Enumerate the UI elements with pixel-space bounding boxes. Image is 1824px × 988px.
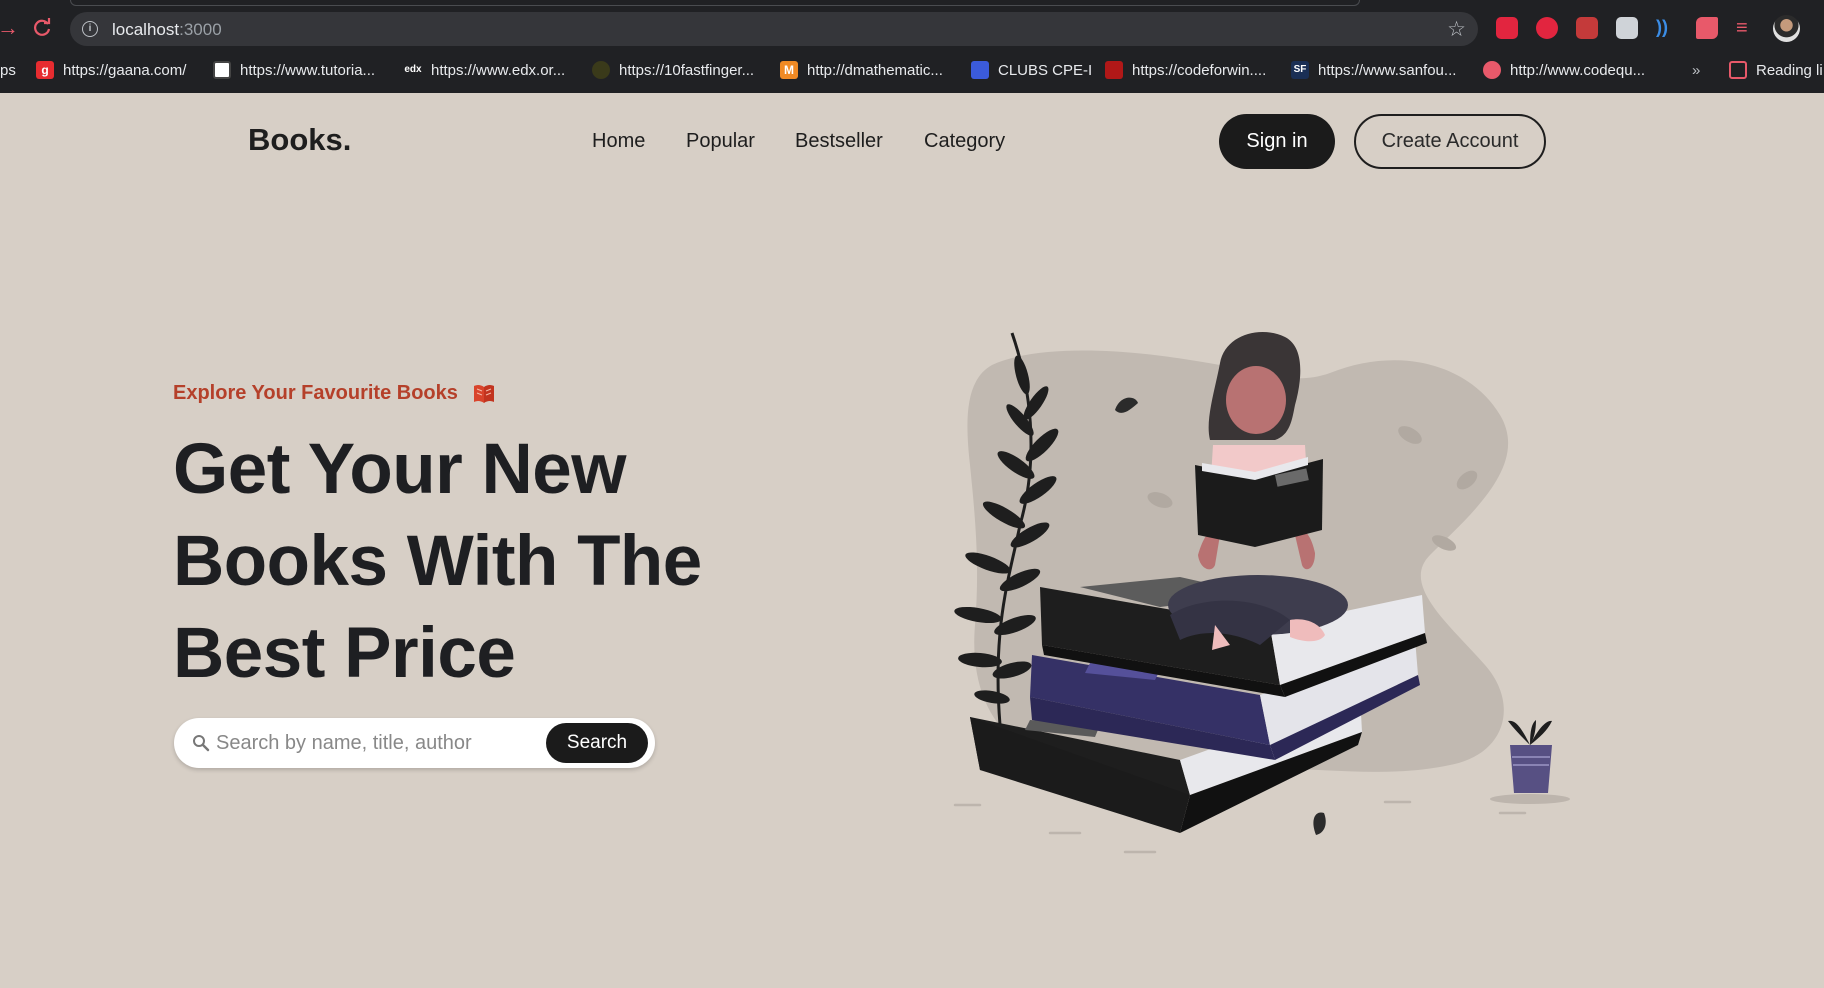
reading-list-button[interactable]: Reading li xyxy=(1729,60,1823,80)
bookmark-label: https://codeforwin.... xyxy=(1132,61,1267,79)
reload-icon[interactable] xyxy=(28,14,56,42)
url-port: :3000 xyxy=(179,20,222,39)
nav-category[interactable]: Category xyxy=(924,130,1005,153)
audio-ext-icon[interactable]: )) xyxy=(1656,17,1678,39)
bookmark-10fastfingers[interactable]: https://10fastfinger... xyxy=(592,60,754,80)
bookmark-codeforwin[interactable]: https://codeforwin.... xyxy=(1105,60,1266,80)
bookmark-dmathematics[interactable]: Mhttp://dmathematic... xyxy=(780,60,943,80)
nav-popular[interactable]: Popular xyxy=(686,130,755,153)
bookmark-label: ps xyxy=(0,61,16,79)
bookmark-tutorialspoint[interactable]: https://www.tutoria... xyxy=(213,60,375,80)
bookmark-label: https://www.tutoria... xyxy=(240,61,376,79)
bookmark-label: http://www.codequ... xyxy=(1510,61,1646,79)
tagline-text: Explore Your Favourite Books xyxy=(173,382,458,404)
address-bar[interactable]: i localhost:3000 ☆ xyxy=(70,12,1478,46)
active-tab-edge xyxy=(70,0,1360,6)
bookmark-edx[interactable]: edx https://www.edx.or... xyxy=(404,60,565,80)
search-input[interactable] xyxy=(216,728,516,758)
ground-dashes xyxy=(953,800,1527,854)
bookmark-codequotient[interactable]: http://www.codequ... xyxy=(1483,60,1645,80)
codeforwin-icon xyxy=(1105,61,1123,79)
reading-list-label: Reading li xyxy=(1756,61,1823,79)
window-ext-icon[interactable] xyxy=(1616,17,1638,39)
codequotient-icon xyxy=(1483,61,1501,79)
bookmark-star-icon[interactable]: ☆ xyxy=(1447,17,1466,42)
colorpicker-ext-icon[interactable] xyxy=(1576,17,1598,39)
more-bookmarks-label: » xyxy=(1692,61,1701,79)
bookmark-label: https://gaana.com/ xyxy=(63,61,187,79)
search-bar: Search xyxy=(174,718,655,768)
headline-line: Books With The xyxy=(173,522,702,601)
create-account-button[interactable]: Create Account xyxy=(1354,114,1546,169)
site-logo[interactable]: Books. xyxy=(248,122,351,158)
bookmark-label: https://www.edx.or... xyxy=(431,61,566,79)
bookmark-clubs[interactable]: CLUBS CPE-I xyxy=(971,60,1092,80)
youtube-ext-icon[interactable] xyxy=(1496,17,1518,39)
potted-plant xyxy=(1490,720,1570,804)
search-icon xyxy=(193,735,210,752)
reading-illustration xyxy=(953,332,1570,854)
dark-leaf-bottom xyxy=(1313,812,1326,835)
hero-headline: Get Your New Books With The Best Price xyxy=(173,424,733,700)
url-host: localhost xyxy=(112,20,180,39)
10fastfingers-icon xyxy=(592,61,610,79)
mathematics-icon: M xyxy=(780,61,798,79)
bookmarks-bar: ps g https://gaana.com/ https://www.tutor… xyxy=(0,54,1824,86)
bookmark-label: CLUBS CPE-I xyxy=(998,61,1093,79)
clubs-icon xyxy=(971,61,989,79)
forward-icon[interactable]: → xyxy=(0,14,22,42)
more-bookmarks-button[interactable]: » xyxy=(1692,60,1700,80)
open-book-icon xyxy=(473,384,494,403)
browser-chrome: → i localhost:3000 ☆ )) ≡ ps g https://ga… xyxy=(0,0,1824,93)
media-control-icon[interactable]: ≡ xyxy=(1736,17,1758,39)
bookmark-gaana[interactable]: g https://gaana.com/ xyxy=(36,60,186,80)
nav-bestseller[interactable]: Bestseller xyxy=(795,130,883,153)
bookmark-label: https://10fastfinger... xyxy=(619,61,755,79)
hero-tagline: Explore Your Favourite Books xyxy=(173,382,496,405)
bookmark-sanfoundry[interactable]: SF https://www.sanfou... xyxy=(1291,60,1456,80)
reading-list-icon xyxy=(1729,61,1747,79)
site-info-icon[interactable]: i xyxy=(82,21,98,37)
headline-line: Best Price xyxy=(173,614,516,693)
bookmark-label: https://www.sanfou... xyxy=(1318,61,1457,79)
headline-line: Get Your New xyxy=(173,430,626,509)
tab-strip xyxy=(0,0,1824,8)
search-button[interactable]: Search xyxy=(546,723,648,763)
bookmark-apps[interactable]: ps xyxy=(0,60,16,80)
profile-avatar[interactable] xyxy=(1773,15,1800,42)
gaana-icon: g xyxy=(36,61,54,79)
nav-home[interactable]: Home xyxy=(592,130,645,153)
bookmark-label: http://dmathematic... xyxy=(807,61,943,79)
sanfoundry-icon: SF xyxy=(1291,61,1309,79)
url-text[interactable]: localhost:3000 xyxy=(112,20,222,40)
tutorialspoint-icon xyxy=(213,61,231,79)
edx-icon: edx xyxy=(404,64,422,75)
extensions-puzzle-icon[interactable] xyxy=(1696,17,1718,39)
adblock-ext-icon[interactable] xyxy=(1536,17,1558,39)
sign-in-button[interactable]: Sign in xyxy=(1219,114,1335,169)
